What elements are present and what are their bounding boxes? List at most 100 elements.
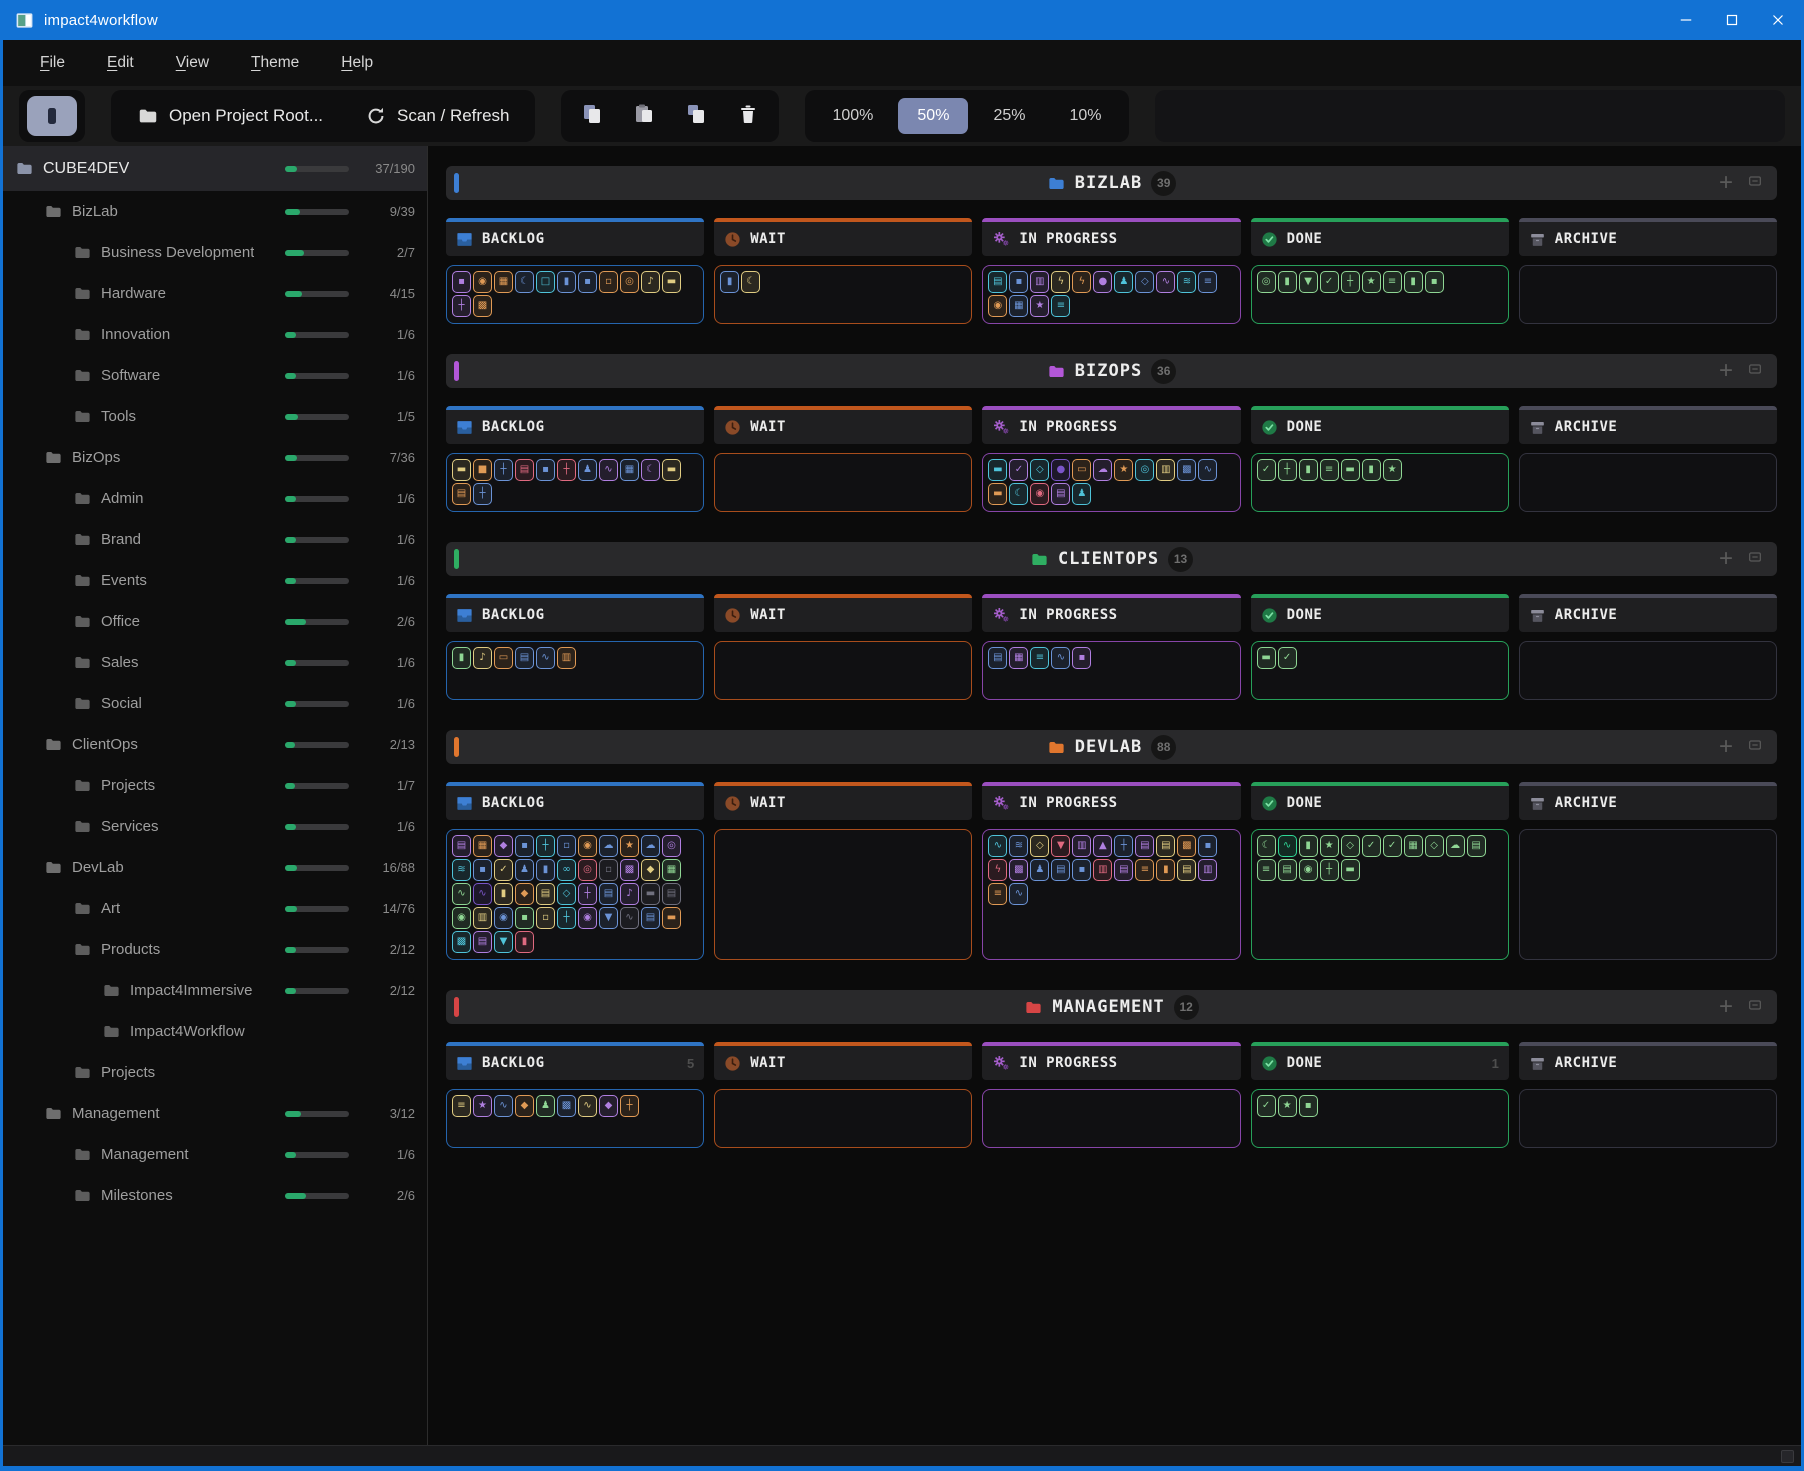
task-card[interactable]: ▩ (1177, 835, 1196, 857)
task-card[interactable]: ▦ (620, 459, 639, 481)
task-card[interactable]: ▤ (473, 931, 492, 953)
task-card[interactable]: ▤ (1467, 835, 1486, 857)
task-card[interactable]: ▪ (536, 459, 555, 481)
task-card[interactable]: ▦ (494, 271, 513, 293)
task-card[interactable]: ▮ (452, 647, 471, 669)
task-card[interactable]: ▬ (1257, 647, 1276, 669)
collapse-board-button[interactable] (1747, 549, 1763, 570)
task-card[interactable]: ▮ (1278, 271, 1297, 293)
task-card[interactable]: ┼ (1320, 859, 1339, 881)
task-card[interactable]: ▮ (1404, 271, 1423, 293)
task-card[interactable]: ┼ (1114, 835, 1133, 857)
task-card[interactable]: ☾ (641, 459, 660, 481)
task-card[interactable]: ★ (620, 835, 639, 857)
task-card[interactable]: ▫ (599, 271, 618, 293)
task-card[interactable]: ▤ (641, 907, 660, 929)
task-card[interactable]: ▦ (473, 835, 492, 857)
task-card[interactable]: ∿ (494, 1095, 513, 1117)
add-card-button[interactable]: + (1719, 361, 1733, 381)
task-card[interactable]: ≋ (1009, 835, 1028, 857)
task-card[interactable]: ∿ (1009, 883, 1028, 905)
task-card[interactable]: ▦ (1009, 647, 1028, 669)
task-card[interactable]: ▪ (1198, 835, 1217, 857)
task-card[interactable]: ◇ (1341, 835, 1360, 857)
tree-item-milestones[interactable]: Milestones2/6 (3, 1175, 427, 1216)
scan-refresh-button[interactable]: Scan / Refresh (347, 97, 527, 135)
task-card[interactable]: ▬ (662, 907, 681, 929)
task-card[interactable]: ┼ (557, 907, 576, 929)
task-card[interactable]: ● (1093, 271, 1112, 293)
column-dropzone-archive[interactable] (1519, 1089, 1777, 1148)
task-card[interactable]: ▦ (1009, 295, 1028, 317)
task-card[interactable]: ϟ (988, 859, 1007, 881)
task-card[interactable]: ✓ (1257, 1095, 1276, 1117)
task-card[interactable]: ▮ (1362, 459, 1381, 481)
task-card[interactable]: ▥ (473, 907, 492, 929)
task-card[interactable]: ∿ (578, 1095, 597, 1117)
collapse-board-button[interactable] (1747, 997, 1763, 1018)
menu-item-view[interactable]: View (155, 46, 230, 80)
task-card[interactable]: ✓ (1278, 647, 1297, 669)
task-card[interactable]: ▤ (662, 883, 681, 905)
task-card[interactable]: ■ (473, 459, 492, 481)
task-card[interactable]: ♟ (578, 459, 597, 481)
tree-item-software[interactable]: Software1/6 (3, 355, 427, 396)
task-card[interactable]: ▪ (1425, 271, 1444, 293)
task-card[interactable]: ◇ (1030, 835, 1049, 857)
tree-item-management[interactable]: Management3/12 (3, 1093, 427, 1134)
menu-item-theme[interactable]: Theme (230, 46, 320, 80)
task-card[interactable]: ▥ (557, 647, 576, 669)
task-card[interactable]: ▮ (557, 271, 576, 293)
column-dropzone-wait[interactable]: ▮☾ (714, 265, 972, 324)
tree-item-art[interactable]: Art14/76 (3, 888, 427, 929)
task-card[interactable]: ◉ (988, 295, 1007, 317)
task-card[interactable]: ☁ (1093, 459, 1112, 481)
task-card[interactable]: ◎ (1257, 271, 1276, 293)
task-card[interactable]: ∿ (1051, 647, 1070, 669)
task-card[interactable]: ★ (1030, 295, 1049, 317)
menu-item-help[interactable]: Help (320, 46, 394, 80)
task-card[interactable]: ▥ (1198, 859, 1217, 881)
tree-item-bizops[interactable]: BizOps7/36 (3, 437, 427, 478)
task-card[interactable]: ┼ (494, 459, 513, 481)
task-card[interactable]: ∿ (1156, 271, 1175, 293)
task-card[interactable]: ▪ (515, 907, 534, 929)
task-card[interactable]: ▮ (1156, 859, 1175, 881)
column-dropzone-done[interactable]: ✓┼▮≡▬▮★ (1251, 453, 1509, 512)
task-card[interactable]: ▮ (720, 271, 739, 293)
tree-item-products[interactable]: Products2/12 (3, 929, 427, 970)
task-card[interactable]: ▪ (473, 859, 492, 881)
task-card[interactable]: ▬ (988, 459, 1007, 481)
task-card[interactable]: ∿ (620, 907, 639, 929)
task-card[interactable]: ≡ (1383, 271, 1402, 293)
task-card[interactable]: ▪ (1009, 271, 1028, 293)
open-project-root-button[interactable]: Open Project Root... (119, 97, 341, 135)
task-card[interactable]: ▤ (1051, 483, 1070, 505)
task-card[interactable]: ▤ (536, 883, 555, 905)
task-card[interactable]: ≡ (988, 883, 1007, 905)
task-card[interactable]: ≡ (452, 1095, 471, 1117)
task-card[interactable]: ≡ (1320, 459, 1339, 481)
task-card[interactable]: ∿ (599, 459, 618, 481)
task-card[interactable]: ♪ (641, 271, 660, 293)
task-card[interactable]: ◉ (578, 835, 597, 857)
task-card[interactable]: ▥ (1072, 835, 1091, 857)
tree-item-bizlab[interactable]: BizLab9/39 (3, 191, 427, 232)
task-card[interactable]: ▮ (1299, 835, 1318, 857)
duplicate-button[interactable] (673, 96, 719, 136)
task-card[interactable]: ◆ (515, 883, 534, 905)
task-card[interactable]: ◆ (515, 1095, 534, 1117)
column-dropzone-archive[interactable] (1519, 453, 1777, 512)
column-dropzone-done[interactable]: ✓★▪ (1251, 1089, 1509, 1148)
column-dropzone-inprogress[interactable]: ▤▪▥ϟϟ●♟◇∿≋≡◉▦★≡ (982, 265, 1240, 324)
task-card[interactable]: ▪ (578, 271, 597, 293)
task-card[interactable]: ◎ (1135, 459, 1154, 481)
tree-item-devlab[interactable]: DevLab16/88 (3, 847, 427, 888)
tree-item-admin[interactable]: Admin1/6 (3, 478, 427, 519)
task-card[interactable]: ≋ (1177, 271, 1196, 293)
task-card[interactable]: ▤ (452, 483, 471, 505)
task-card[interactable]: ☾ (515, 271, 534, 293)
task-card[interactable]: ▼ (599, 907, 618, 929)
column-dropzone-backlog[interactable]: ▮♪▭▤∿▥ (446, 641, 704, 700)
tree-item-management[interactable]: Management1/6 (3, 1134, 427, 1175)
